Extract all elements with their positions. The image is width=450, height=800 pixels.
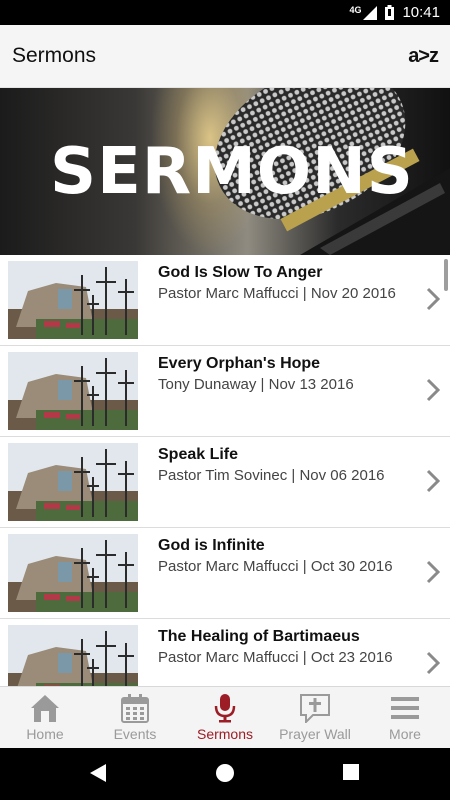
recents-icon[interactable] bbox=[342, 763, 360, 781]
prayer-icon bbox=[300, 694, 330, 723]
sermon-thumbnail bbox=[8, 443, 138, 521]
sermon-title: Speak Life bbox=[158, 446, 239, 463]
nav-sermons-label: Sermons bbox=[196, 726, 254, 742]
sermon-speaker-date: Pastor Marc Maffucci | Nov 20 2016 bbox=[158, 285, 396, 302]
sermon-speaker-date: Tony Dunaway | Nov 13 2016 bbox=[158, 376, 354, 393]
sermon-title: God Is Slow To Anger bbox=[158, 264, 323, 281]
nav-more-label: More bbox=[389, 726, 421, 742]
nav-more[interactable]: More bbox=[360, 687, 450, 748]
nav-events-label: Events bbox=[113, 726, 157, 742]
list-item[interactable]: Speak Life Pastor Tim Sovinec | Nov 06 2… bbox=[0, 437, 450, 528]
banner-title: SERMONS bbox=[50, 135, 414, 209]
sermon-thumbnail bbox=[8, 261, 138, 339]
battery-icon bbox=[385, 5, 395, 20]
sermons-banner: SERMONS bbox=[0, 88, 450, 255]
screen: 4G 10:41 Sermons a>z SERMONS God Is Slow… bbox=[0, 0, 450, 800]
sermon-list[interactable]: God Is Slow To Anger Pastor Marc Maffucc… bbox=[0, 255, 450, 686]
calendar-icon bbox=[121, 694, 149, 723]
sermon-title: God is Infinite bbox=[158, 537, 265, 554]
sermon-thumbnail bbox=[8, 534, 138, 612]
sermon-thumbnail bbox=[8, 352, 138, 430]
sermon-speaker-date: Pastor Marc Maffucci | Oct 30 2016 bbox=[158, 558, 393, 575]
list-item[interactable]: Every Orphan's Hope Tony Dunaway | Nov 1… bbox=[0, 346, 450, 437]
nav-prayer-wall[interactable]: Prayer Wall bbox=[270, 687, 360, 748]
system-navigation-bar bbox=[0, 748, 450, 800]
chevron-right-icon bbox=[426, 651, 440, 675]
list-item[interactable]: God Is Slow To Anger Pastor Marc Maffucc… bbox=[0, 255, 450, 346]
sermon-speaker-date: Pastor Marc Maffucci | Oct 23 2016 bbox=[158, 649, 393, 666]
back-icon[interactable] bbox=[88, 763, 108, 783]
list-item[interactable]: The Healing of Bartimaeus Pastor Marc Ma… bbox=[0, 619, 450, 686]
nav-events[interactable]: Events bbox=[90, 687, 180, 748]
microphone-icon bbox=[214, 694, 236, 723]
nav-home[interactable]: Home bbox=[0, 687, 90, 748]
nav-prayer-wall-label: Prayer Wall bbox=[279, 726, 351, 742]
chevron-right-icon bbox=[426, 560, 440, 584]
status-bar: 4G 10:41 bbox=[0, 0, 450, 25]
nav-home-label: Home bbox=[26, 726, 64, 742]
home-icon bbox=[31, 695, 59, 722]
list-item[interactable]: God is Infinite Pastor Marc Maffucci | O… bbox=[0, 528, 450, 619]
app-bar: Sermons a>z bbox=[0, 25, 450, 88]
bottom-nav: Home Events Sermons Prayer Wall More bbox=[0, 686, 450, 748]
scrollbar[interactable] bbox=[444, 259, 448, 291]
sort-az-button[interactable]: a>z bbox=[408, 45, 439, 68]
menu-icon bbox=[391, 697, 419, 719]
chevron-right-icon bbox=[426, 378, 440, 402]
sermon-speaker-date: Pastor Tim Sovinec | Nov 06 2016 bbox=[158, 467, 385, 484]
sermon-title: The Healing of Bartimaeus bbox=[158, 628, 360, 645]
clock: 10:41 bbox=[402, 4, 440, 21]
chevron-right-icon bbox=[426, 469, 440, 493]
signal-icon bbox=[363, 5, 378, 20]
page-title: Sermons bbox=[12, 44, 97, 67]
nav-sermons[interactable]: Sermons bbox=[180, 687, 270, 748]
sermon-thumbnail bbox=[8, 625, 138, 686]
sermon-title: Every Orphan's Hope bbox=[158, 355, 321, 372]
chevron-right-icon bbox=[426, 287, 440, 311]
network-type: 4G bbox=[349, 4, 362, 15]
home-circle-icon[interactable] bbox=[215, 763, 235, 783]
